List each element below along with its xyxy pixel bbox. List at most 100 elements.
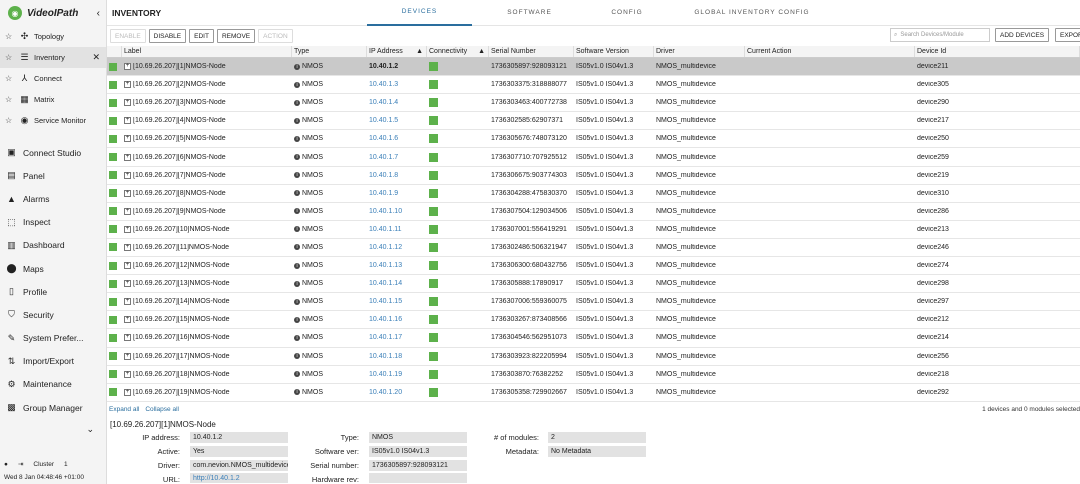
add-devices-button[interactable]: ADD DEVICES — [995, 28, 1050, 42]
row-ip[interactable]: 10.40.1.18 — [367, 353, 427, 360]
sidebar-item-profile[interactable]: ▯ Profile — [0, 280, 106, 303]
expand-icon[interactable]: + — [124, 171, 131, 179]
table-row[interactable]: + [10.69.26.207][19]NMOS-Node i NMOS 10.40.1… — [107, 384, 1080, 402]
info-icon[interactable]: i — [294, 389, 300, 396]
info-icon[interactable]: i — [294, 298, 300, 305]
disable-button[interactable]: DISABLE — [148, 29, 187, 43]
export-button[interactable]: EXPORT — [1055, 28, 1080, 42]
table-row[interactable]: + [10.69.26.207][3]NMOS-Node i NMOS 10.40.1.… — [107, 94, 1080, 113]
table-row[interactable]: + [10.69.26.207][7]NMOS-Node i NMOS 10.40.1.… — [107, 167, 1080, 185]
expand-icon[interactable]: + — [124, 280, 131, 288]
row-ip[interactable]: 10.40.1.11 — [367, 226, 427, 233]
table-row[interactable]: + [10.69.26.207][12]NMOS-Node i NMOS 10.40.1… — [107, 257, 1080, 276]
info-icon[interactable]: i — [294, 262, 300, 269]
table-row[interactable]: + [10.69.26.207][14]NMOS-Node i NMOS 10.40.1… — [107, 293, 1080, 312]
row-ip[interactable]: 10.40.1.19 — [367, 371, 427, 378]
expand-icon[interactable]: + — [124, 153, 131, 161]
action-button[interactable]: ACTION — [258, 29, 293, 43]
info-icon[interactable]: i — [294, 371, 300, 378]
row-ip[interactable]: 10.40.1.20 — [367, 389, 427, 396]
tab-devices[interactable]: DEVICES — [367, 0, 472, 26]
expand-icon[interactable]: + — [124, 81, 131, 89]
header-ip-address[interactable]: IP Address ▲ — [367, 46, 427, 57]
close-icon[interactable]: ✕ — [92, 52, 100, 63]
sidebar-item-connect-studio[interactable]: ▣ Connect Studio — [0, 141, 106, 164]
header-type[interactable]: Type — [292, 46, 367, 57]
table-row[interactable]: + [10.69.26.207][8]NMOS-Node i NMOS 10.40.1.… — [107, 185, 1080, 203]
row-ip[interactable]: 10.40.1.10 — [367, 208, 427, 215]
table-row[interactable]: + [10.69.26.207][9]NMOS-Node i NMOS 10.40.1.… — [107, 203, 1080, 221]
star-icon[interactable]: ☆ — [5, 74, 15, 83]
expand-icon[interactable]: + — [124, 316, 131, 324]
header-current-action[interactable]: Current Action — [745, 46, 915, 57]
expand-icon[interactable]: + — [124, 334, 131, 342]
star-icon[interactable]: ☆ — [5, 53, 15, 62]
sidebar-item-alarms[interactable]: ▲ Alarms — [0, 187, 106, 210]
sidebar-item-maps[interactable]: ⬤ Maps — [0, 257, 106, 280]
expand-icon[interactable]: + — [124, 388, 131, 396]
header-driver[interactable]: Driver — [654, 46, 745, 57]
sidebar-pinned-topology[interactable]: ☆ ✣ Topology — [0, 26, 106, 47]
expand-icon[interactable]: + — [124, 262, 131, 270]
sidebar-item-system-prefer-[interactable]: ✎ System Prefer... — [0, 327, 106, 350]
info-icon[interactable]: i — [294, 353, 300, 360]
sidebar-pinned-inventory[interactable]: ☆ ☰ Inventory ✕ — [0, 47, 106, 68]
table-row[interactable]: + [10.69.26.207][5]NMOS-Node i NMOS 10.40.1.… — [107, 130, 1080, 149]
expand-icon[interactable]: + — [124, 189, 131, 197]
table-row[interactable]: + [10.69.26.207][4]NMOS-Node i NMOS 10.40.1.… — [107, 112, 1080, 131]
row-ip[interactable]: 10.40.1.16 — [367, 316, 427, 323]
info-icon[interactable]: i — [294, 316, 300, 323]
header-label[interactable]: Label — [122, 46, 292, 57]
row-ip[interactable]: 10.40.1.7 — [367, 154, 427, 161]
row-ip[interactable]: 10.40.1.5 — [367, 117, 427, 124]
info-icon[interactable]: i — [294, 117, 300, 124]
expand-icon[interactable]: + — [124, 370, 131, 378]
table-row[interactable]: + [10.69.26.207][6]NMOS-Node i NMOS 10.40.1.… — [107, 148, 1080, 167]
sidebar-pinned-connect[interactable]: ☆ ⅄ Connect — [0, 68, 106, 89]
info-icon[interactable]: i — [294, 172, 300, 179]
sidebar-item-security[interactable]: ⛉ Security — [0, 303, 106, 326]
info-icon[interactable]: i — [294, 280, 300, 287]
info-icon[interactable]: i — [294, 244, 300, 251]
remove-button[interactable]: REMOVE — [216, 29, 256, 43]
expand-icon[interactable]: + — [124, 243, 131, 251]
info-icon[interactable]: i — [294, 154, 300, 161]
table-row[interactable]: + [10.69.26.207][15]NMOS-Node i NMOS 10.40.1… — [107, 311, 1080, 330]
row-ip[interactable]: 10.40.1.15 — [367, 298, 427, 305]
info-icon[interactable]: i — [294, 135, 300, 142]
row-ip[interactable]: 10.40.1.4 — [367, 99, 427, 106]
tab-config[interactable]: CONFIG — [587, 0, 667, 26]
expand-icon[interactable]: + — [124, 135, 131, 143]
row-ip[interactable]: 10.40.1.8 — [367, 172, 427, 179]
expand-icon[interactable]: + — [124, 99, 131, 107]
expand-icon[interactable]: + — [124, 298, 131, 306]
sidebar-item-import-export[interactable]: ⇅ Import/Export — [0, 350, 106, 373]
sidebar-item-group-manager[interactable]: ▩ Group Manager — [0, 396, 106, 419]
collapse-all-link[interactable]: Collapse all — [145, 406, 179, 413]
info-icon[interactable]: i — [294, 63, 300, 70]
sidebar-pinned-matrix[interactable]: ☆ ▦ Matrix — [0, 89, 106, 110]
logout-icon[interactable]: ⇥ — [18, 460, 23, 468]
table-row[interactable]: + [10.69.26.207][11]NMOS-Node i NMOS 10.40.1… — [107, 239, 1080, 258]
info-icon[interactable]: i — [294, 226, 300, 233]
info-icon[interactable]: i — [294, 81, 300, 88]
row-ip[interactable]: 10.40.1.6 — [367, 135, 427, 142]
enable-button[interactable]: ENABLE — [110, 29, 146, 43]
expand-icon[interactable]: + — [124, 352, 131, 360]
info-icon[interactable]: i — [294, 190, 300, 197]
row-ip[interactable]: 10.40.1.2 — [367, 63, 427, 70]
star-icon[interactable]: ☆ — [5, 95, 15, 104]
header-select[interactable] — [107, 46, 122, 57]
row-ip[interactable]: 10.40.1.3 — [367, 81, 427, 88]
detail-url-link[interactable]: http://10.40.1.2 — [190, 473, 288, 483]
header-connectivity[interactable]: Connectivity ▲ — [427, 46, 489, 57]
sidebar-item-maintenance[interactable]: ⚙ Maintenance — [0, 373, 106, 396]
tab-software[interactable]: SOFTWARE — [472, 0, 587, 26]
table-row[interactable]: + [10.69.26.207][16]NMOS-Node i NMOS 10.40.1… — [107, 329, 1080, 348]
sidebar-item-panel[interactable]: ▤ Panel — [0, 164, 106, 187]
star-icon[interactable]: ☆ — [5, 116, 15, 125]
header-software-version[interactable]: Software Version — [574, 46, 654, 57]
row-ip[interactable]: 10.40.1.13 — [367, 262, 427, 269]
row-ip[interactable]: 10.40.1.12 — [367, 244, 427, 251]
star-icon[interactable]: ☆ — [5, 32, 15, 41]
